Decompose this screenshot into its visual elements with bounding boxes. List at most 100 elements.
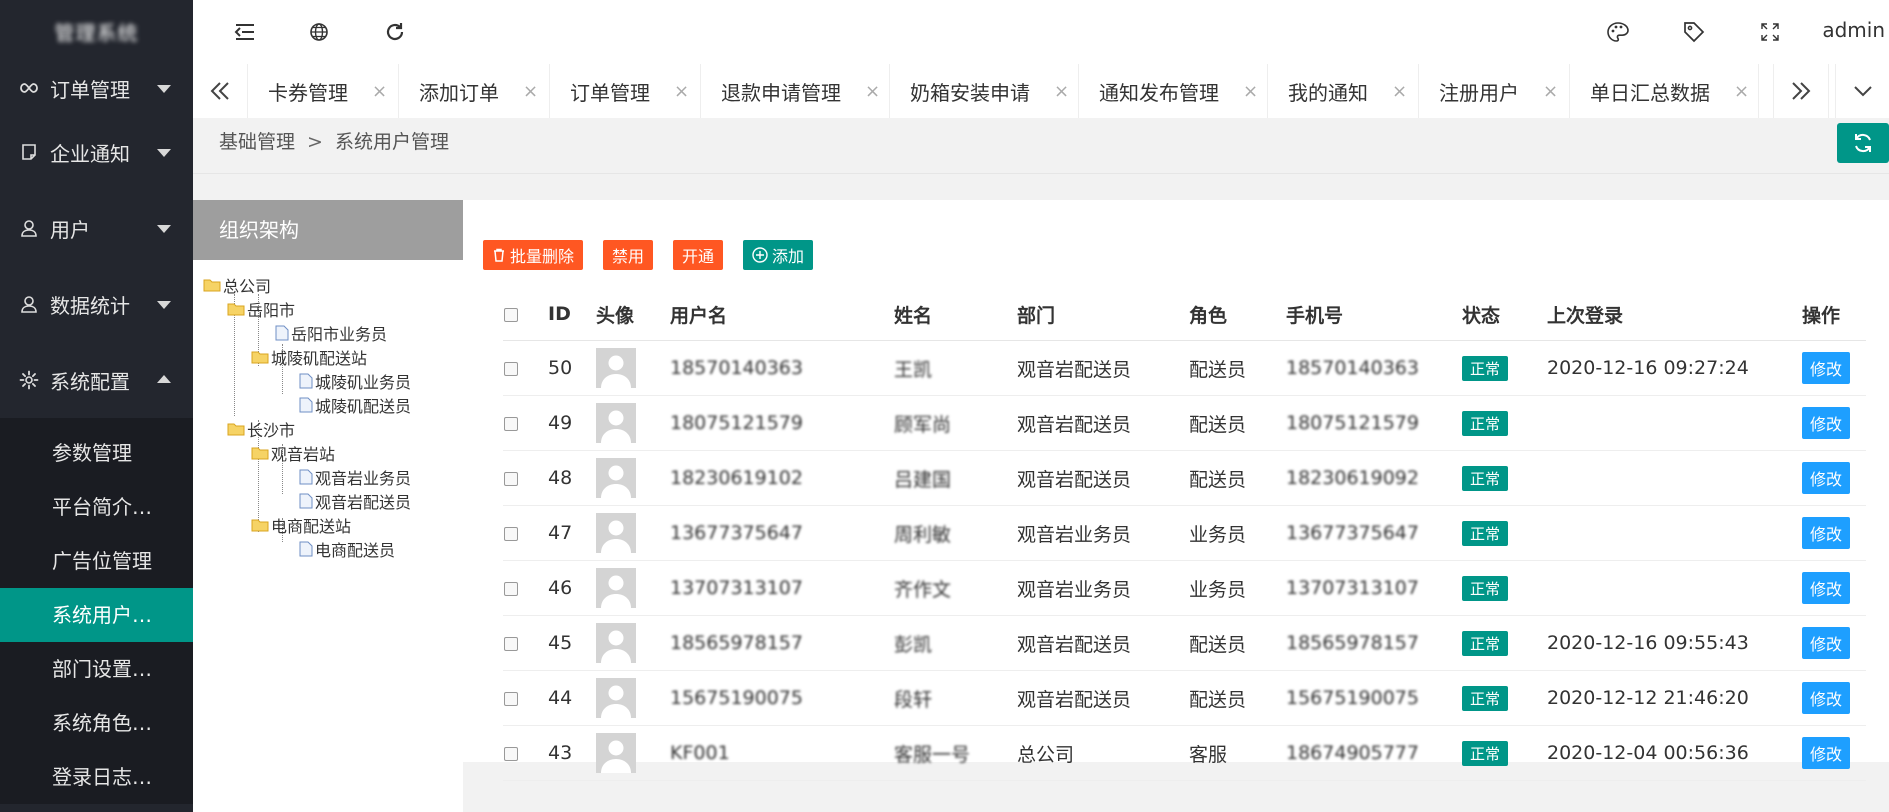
refresh-icon[interactable]	[383, 20, 407, 44]
edit-button[interactable]: 修改	[1802, 517, 1851, 549]
toolbar: 批量删除 禁用 开通 添加	[483, 240, 814, 270]
column-header[interactable]: ID	[547, 288, 595, 341]
edit-button[interactable]: 修改	[1802, 352, 1851, 384]
row-checkbox[interactable]	[504, 746, 518, 761]
tab-coupons[interactable]: 卡券管理 ×	[248, 64, 399, 118]
tree-node[interactable]: 长沙市	[227, 418, 295, 440]
close-icon[interactable]: ×	[865, 81, 880, 102]
tab-my-notices[interactable]: 我的通知 ×	[1268, 64, 1419, 118]
button-label: 禁用	[612, 247, 645, 266]
folder-icon	[203, 278, 221, 292]
edit-button[interactable]: 修改	[1802, 682, 1851, 714]
select-cell	[503, 505, 547, 561]
edit-button[interactable]: 修改	[1802, 462, 1851, 494]
sidebar: 管理系统 订单管理 企业通知 用户 数据统计 系统配置 参数管理 平台简介… 广…	[0, 0, 193, 812]
tree-title: 组织架构	[193, 200, 463, 260]
close-icon[interactable]: ×	[1243, 81, 1258, 102]
tab-bar: 卡券管理 × 添加订单 × 订单管理 × 退款申请管理 × 奶箱安装申请 × 通知发布管理…	[193, 64, 1889, 119]
row-checkbox[interactable]	[504, 361, 518, 376]
column-header[interactable]: 角色	[1188, 288, 1285, 341]
column-header[interactable]: 用户名	[669, 288, 893, 341]
edit-button[interactable]: 修改	[1802, 627, 1851, 659]
tab-label: 我的通知	[1288, 80, 1368, 105]
disable-button[interactable]: 禁用	[603, 240, 654, 270]
role-cell: 业务员	[1188, 560, 1285, 616]
row-checkbox[interactable]	[504, 526, 518, 541]
edit-button[interactable]: 修改	[1802, 737, 1851, 769]
sidebar-item-roles[interactable]: 系统角色…	[0, 696, 193, 750]
select-all-checkbox[interactable]	[504, 307, 518, 322]
edit-button[interactable]: 修改	[1802, 572, 1851, 604]
tree-node[interactable]: 岳阳市业务员	[275, 322, 387, 344]
row-checkbox[interactable]	[504, 691, 518, 706]
tab-order-management[interactable]: 订单管理 ×	[550, 64, 701, 118]
tree-node[interactable]: 城陵矶配送站	[251, 346, 367, 368]
avatar-placeholder-icon	[601, 630, 631, 663]
close-icon[interactable]: ×	[372, 81, 387, 102]
column-header[interactable]: 部门	[1016, 288, 1188, 341]
tree-node[interactable]: 观音岩站	[251, 442, 335, 464]
row-checkbox[interactable]	[504, 636, 518, 651]
close-icon[interactable]: ×	[1054, 81, 1069, 102]
row-checkbox[interactable]	[504, 471, 518, 486]
tab-milkbox-install[interactable]: 奶箱安装申请 ×	[890, 64, 1079, 118]
user-list-panel: 批量删除 禁用 开通 添加 ID 头像 用户名 姓名 部门 角色 手机号 状态 …	[463, 200, 1889, 781]
menu-group-orders[interactable]: 订单管理	[0, 62, 193, 114]
tree-node[interactable]: 城陵矶业务员	[299, 370, 411, 392]
tab-scroll-left-button[interactable]	[193, 64, 248, 118]
tree-node[interactable]: 观音岩业务员	[299, 466, 411, 488]
close-icon[interactable]: ×	[674, 81, 689, 102]
sidebar-item-platform-intro[interactable]: 平台简介…	[0, 480, 193, 534]
tree-node[interactable]: 电商配送站	[251, 514, 351, 536]
tab-scroll-right-button[interactable]	[1773, 64, 1829, 118]
column-header[interactable]: 姓名	[893, 288, 1016, 341]
menu-group-system-config[interactable]: 系统配置	[0, 342, 193, 418]
tab-notice-publish[interactable]: 通知发布管理 ×	[1079, 64, 1268, 118]
globe-icon[interactable]	[307, 20, 331, 44]
phone-cell: 15675190075	[1285, 670, 1461, 726]
close-icon[interactable]: ×	[1543, 81, 1558, 102]
menu-group-notices[interactable]: 企业通知	[0, 114, 193, 190]
tab-add-order[interactable]: 添加订单 ×	[399, 64, 550, 118]
column-header[interactable]: 状态	[1461, 288, 1546, 341]
sidebar-item-login-logs[interactable]: 登录日志…	[0, 750, 193, 804]
sidebar-item-params[interactable]: 参数管理	[0, 426, 193, 480]
app-logo[interactable]: 管理系统	[0, 0, 193, 62]
username-cell: 18570140363	[669, 340, 893, 396]
batch-delete-button[interactable]: 批量删除	[483, 240, 584, 270]
tab-refunds[interactable]: 退款申请管理 ×	[701, 64, 890, 118]
row-checkbox[interactable]	[504, 581, 518, 596]
menu-collapse-icon[interactable]	[233, 20, 257, 44]
fullscreen-icon[interactable]	[1758, 20, 1782, 44]
sidebar-item-ad-slots[interactable]: 广告位管理	[0, 534, 193, 588]
tab-registered-users[interactable]: 注册用户 ×	[1419, 64, 1570, 118]
tree-node[interactable]: 总公司	[203, 274, 271, 296]
tag-icon[interactable]	[1682, 20, 1706, 44]
tree-node[interactable]: 岳阳市	[227, 298, 295, 320]
file-icon	[275, 325, 289, 341]
tree-node[interactable]: 城陵矶配送员	[299, 394, 411, 416]
menu-group-users[interactable]: 用户	[0, 190, 193, 266]
user-menu[interactable]: admin	[1822, 18, 1885, 42]
palette-icon[interactable]	[1606, 20, 1630, 44]
tab-options-button[interactable]	[1835, 64, 1889, 118]
close-icon[interactable]: ×	[523, 81, 538, 102]
add-user-button[interactable]: 添加	[743, 240, 814, 270]
row-checkbox[interactable]	[504, 416, 518, 431]
file-icon	[299, 469, 313, 485]
sidebar-item-system-users[interactable]: 系统用户…	[0, 588, 193, 642]
tree-node[interactable]: 观音岩配送员	[299, 490, 411, 512]
edit-button[interactable]: 修改	[1802, 407, 1851, 439]
column-header[interactable]: 上次登录	[1546, 288, 1801, 341]
action-cell: 修改	[1801, 395, 1866, 451]
menu-group-stats[interactable]: 数据统计	[0, 266, 193, 342]
reload-button[interactable]	[1837, 123, 1889, 163]
tree-node[interactable]: 电商配送员	[299, 538, 395, 560]
breadcrumb-parent[interactable]: 基础管理	[219, 131, 295, 153]
sidebar-item-departments[interactable]: 部门设置…	[0, 642, 193, 696]
close-icon[interactable]: ×	[1392, 81, 1407, 102]
close-icon[interactable]: ×	[1734, 81, 1749, 102]
column-header[interactable]: 手机号	[1285, 288, 1461, 341]
enable-button[interactable]: 开通	[673, 240, 724, 270]
tab-daily-summary[interactable]: 单日汇总数据 ×	[1570, 64, 1759, 118]
